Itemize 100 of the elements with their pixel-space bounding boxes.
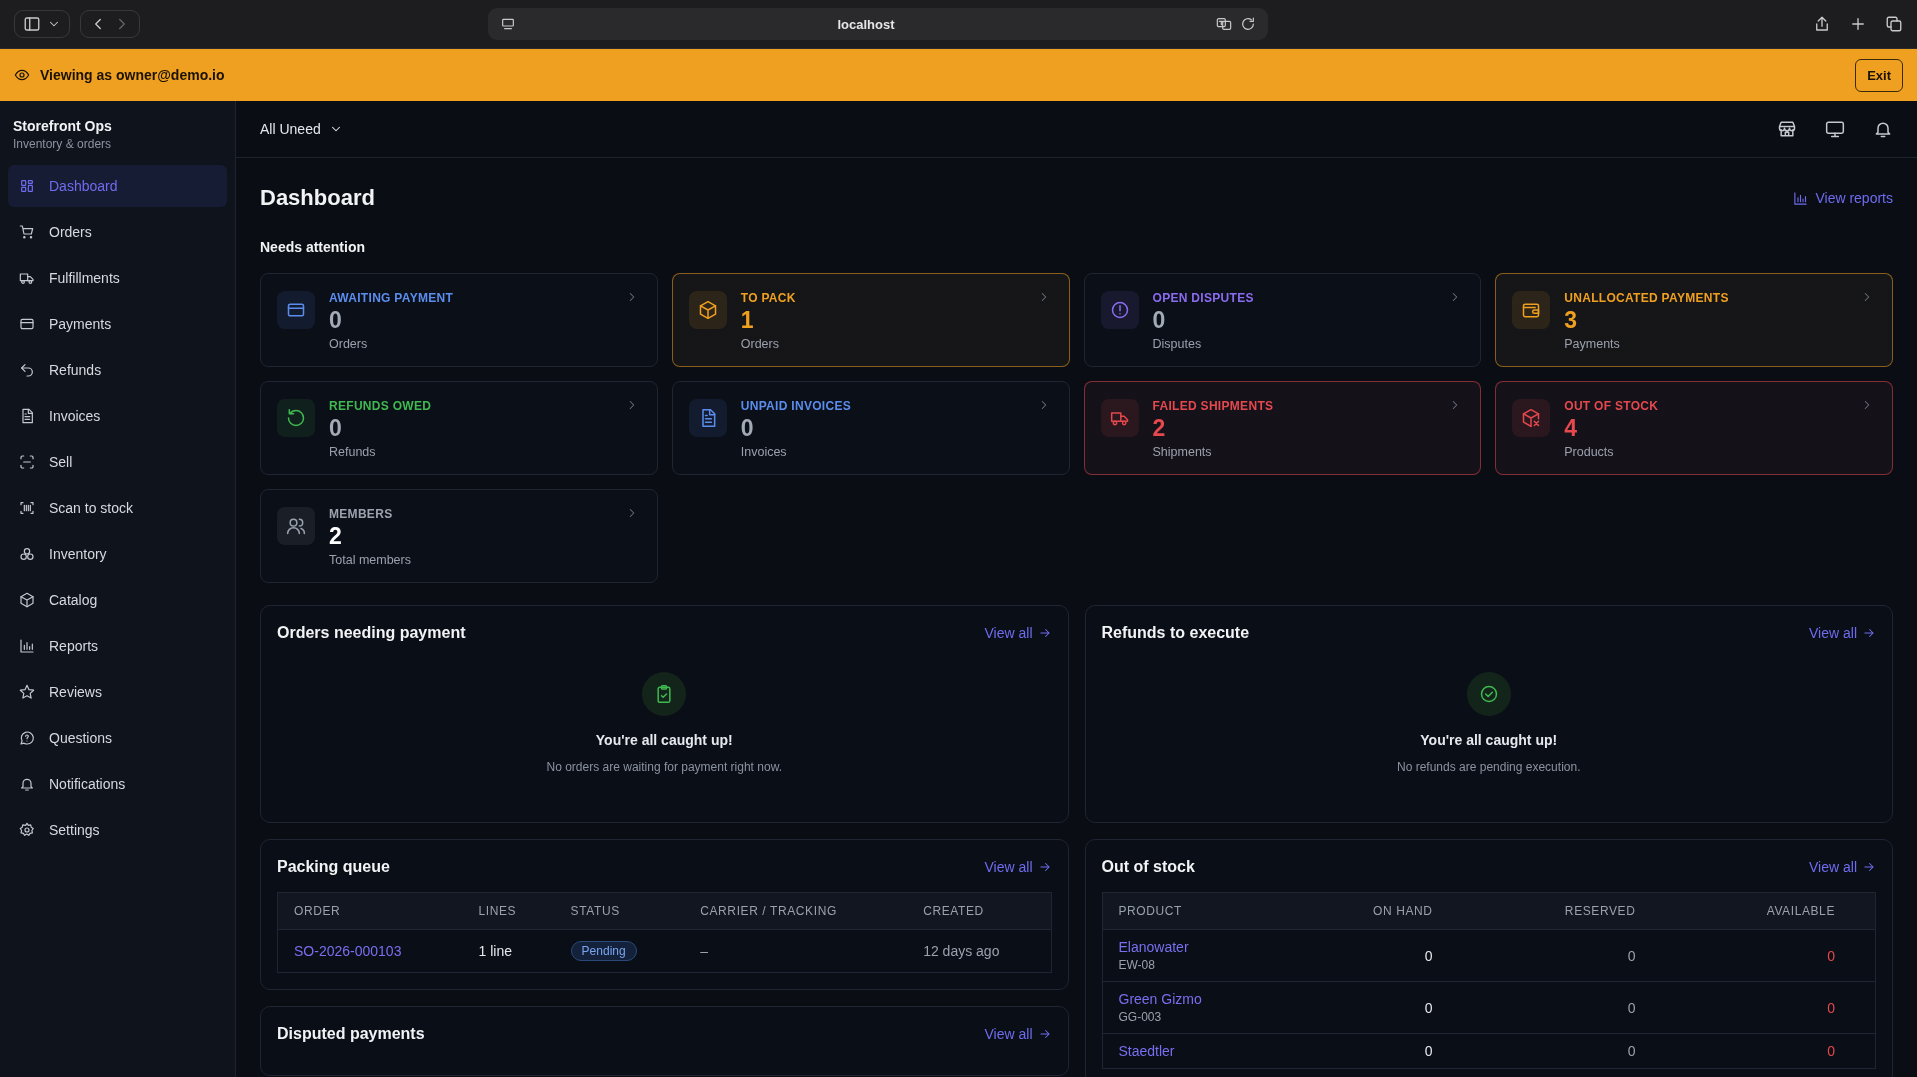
- view-reports-link[interactable]: View reports: [1793, 190, 1893, 206]
- viewing-as-notice: Viewing as owner@demo.io: [40, 67, 225, 83]
- credit-card-icon: [19, 316, 35, 332]
- exit-button[interactable]: Exit: [1855, 58, 1903, 92]
- translate-icon: [1216, 16, 1232, 32]
- table-cell: 0: [1287, 981, 1473, 1034]
- sku-text: EW-08: [1118, 958, 1156, 972]
- card-count: 0: [740, 415, 755, 442]
- sidebar-item[interactable]: Reports: [8, 625, 227, 667]
- sidebar-item[interactable]: Questions: [8, 717, 227, 759]
- sidebar-item[interactable]: Catalog: [8, 579, 227, 621]
- cluster-icon: [19, 546, 35, 562]
- card-count: 2: [1152, 415, 1167, 442]
- sidebar-item[interactable]: Inventory: [8, 533, 227, 575]
- panel-title: Out of stock: [1101, 858, 1195, 876]
- card-unit: Shipments: [1152, 445, 1213, 459]
- card-count: 1: [740, 307, 755, 334]
- sidebar-item[interactable]: Reviews: [8, 671, 227, 713]
- share-icon: [1813, 15, 1831, 33]
- bell-icon: [19, 776, 35, 792]
- sidebar-item[interactable]: Scan to stock: [8, 487, 227, 529]
- card-label: OUT OF STOCK: [1564, 399, 1659, 413]
- product-link[interactable]: Staedtler: [1118, 1043, 1272, 1059]
- scan-icon: [19, 454, 35, 470]
- scope-dropdown[interactable]: All Uneed: [260, 121, 343, 137]
- card-label: FAILED SHIPMENTS: [1152, 399, 1274, 413]
- card-label: REFUNDS OWED: [329, 399, 432, 413]
- sidebar-item[interactable]: Notifications: [8, 763, 227, 805]
- card-count: 2: [329, 523, 343, 550]
- view-all-link[interactable]: View all: [1809, 625, 1876, 641]
- sidebar-item[interactable]: Refunds: [8, 349, 227, 391]
- column-header: LINES: [462, 892, 555, 930]
- stat-card[interactable]: UNALLOCATED PAYMENTS 3 Payments: [1495, 273, 1893, 367]
- table-cell: 0: [1287, 1033, 1473, 1069]
- view-all-link[interactable]: View all: [984, 625, 1052, 641]
- bar-chart-icon: [1793, 190, 1809, 206]
- card-unit: Refunds: [329, 445, 377, 459]
- section-heading: Needs attention: [260, 239, 366, 255]
- stat-card[interactable]: UNPAID INVOICES 0 Invoices: [671, 381, 1070, 475]
- card-unit: Disputes: [1152, 337, 1203, 351]
- view-all-link[interactable]: View all: [984, 1026, 1052, 1042]
- stat-card[interactable]: OPEN DISPUTES 0 Disputes: [1083, 273, 1482, 367]
- card-label: OPEN DISPUTES: [1152, 291, 1254, 305]
- card-count: 0: [1152, 307, 1167, 334]
- tabs-icon: [1885, 15, 1903, 33]
- table-cell: 1 line: [462, 929, 555, 973]
- box-icon: [19, 592, 35, 608]
- arrow-right-icon: [1037, 1027, 1052, 1041]
- sidebar-item[interactable]: Sell: [8, 441, 227, 483]
- table-cell: 0: [1675, 1033, 1876, 1069]
- card-label: AWAITING PAYMENT: [329, 291, 454, 305]
- sidebar-item[interactable]: Invoices: [8, 395, 227, 437]
- card-unit: Orders: [329, 337, 369, 351]
- stat-card[interactable]: TO PACK 1 Orders: [671, 273, 1070, 367]
- barcode-icon: [19, 500, 35, 516]
- settings-icon: [19, 822, 35, 838]
- order-link[interactable]: SO-2026-000103: [294, 943, 402, 959]
- address-bar[interactable]: localhost: [488, 8, 1268, 40]
- monitor-icon: [1825, 119, 1845, 139]
- card-count: 0: [329, 415, 343, 442]
- card-unit: Orders: [740, 337, 780, 351]
- check-circle-icon: [1478, 684, 1499, 704]
- column-header: PRODUCT: [1102, 892, 1288, 930]
- document-icon: [19, 408, 35, 424]
- arrow-right-icon: [1862, 860, 1876, 874]
- stat-card[interactable]: REFUNDS OWED 0 Refunds: [260, 381, 658, 475]
- stat-card[interactable]: MEMBERS 2 Total members: [260, 489, 658, 583]
- sidebar-item[interactable]: Dashboard: [8, 165, 227, 207]
- card-label: UNPAID INVOICES: [740, 399, 852, 413]
- card-label: TO PACK: [740, 291, 796, 305]
- eye-icon: [14, 67, 30, 83]
- view-all-link[interactable]: View all: [984, 859, 1052, 875]
- product-link[interactable]: Green Gizmo: [1118, 991, 1272, 1007]
- table-cell: 0: [1472, 1033, 1676, 1069]
- view-all-link[interactable]: View all: [1809, 859, 1876, 875]
- stat-card[interactable]: FAILED SHIPMENTS 2 Shipments: [1083, 381, 1482, 475]
- card-count: 0: [329, 307, 343, 334]
- card-unit: Payments: [1564, 337, 1621, 351]
- column-header: CREATED: [907, 892, 1051, 930]
- sidebar-item[interactable]: Orders: [8, 211, 227, 253]
- column-header: AVAILABLE: [1675, 892, 1876, 930]
- stat-card[interactable]: OUT OF STOCK 4 Products: [1495, 381, 1893, 475]
- stat-card[interactable]: AWAITING PAYMENT 0 Orders: [260, 273, 658, 367]
- empty-state-title: You're all caught up!: [1420, 732, 1558, 748]
- question-icon: [19, 730, 35, 746]
- card-label: UNALLOCATED PAYMENTS: [1564, 291, 1729, 305]
- card-unit: Invoices: [740, 445, 788, 459]
- workspace-name: Storefront Ops: [12, 118, 113, 134]
- cart-icon: [19, 224, 35, 240]
- sidebar-item[interactable]: Settings: [8, 809, 227, 851]
- page-icon: [500, 16, 516, 32]
- panel-title: Disputed payments: [277, 1025, 425, 1043]
- arrow-right-icon: [1862, 626, 1876, 640]
- sidebar-item[interactable]: Payments: [8, 303, 227, 345]
- product-link[interactable]: Elanowater: [1118, 939, 1272, 955]
- empty-state-message: No refunds are pending execution.: [1397, 760, 1581, 774]
- sidebar-item[interactable]: Fulfillments: [8, 257, 227, 299]
- table-cell: 12 days ago: [907, 929, 1051, 973]
- card-unit: Total members: [329, 553, 411, 567]
- panel-title: Refunds to execute: [1101, 624, 1250, 642]
